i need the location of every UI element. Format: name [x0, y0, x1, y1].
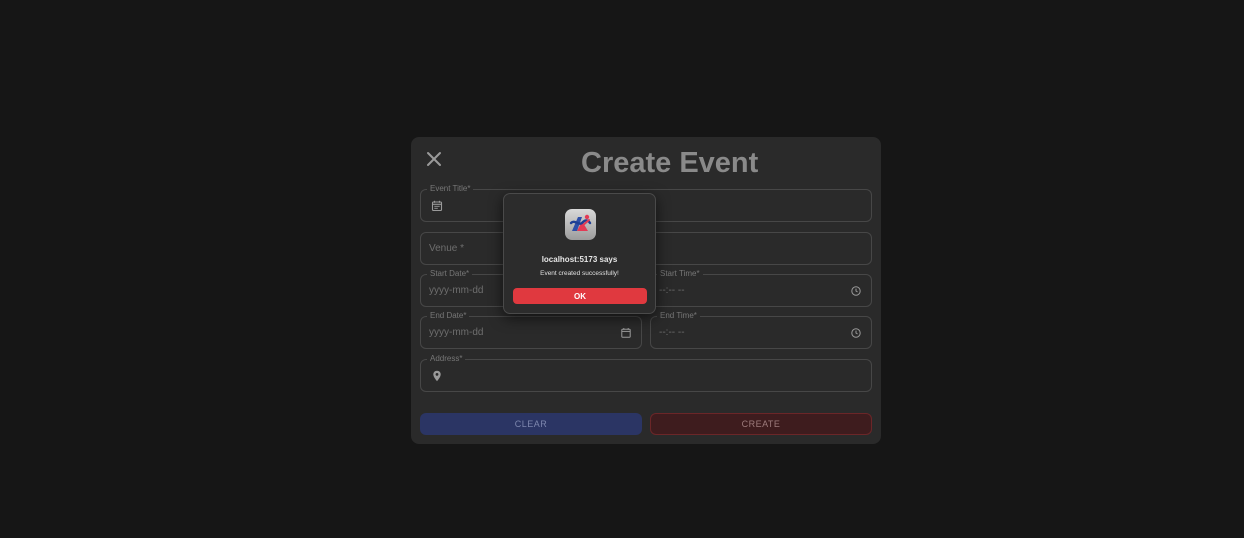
clock-icon[interactable]: [850, 285, 862, 297]
event-title-label: Event Title*: [427, 184, 474, 194]
start-time-input[interactable]: --:-- --: [659, 275, 685, 306]
alert-message: Event created successfully!: [540, 270, 619, 277]
alert-title: localhost:5173 says: [541, 255, 618, 264]
ok-button[interactable]: OK: [513, 288, 647, 304]
end-time-field[interactable]: End Time* --:-- --: [650, 311, 872, 349]
venue-placeholder: Venue *: [429, 243, 465, 254]
create-button[interactable]: CREATE: [650, 413, 872, 435]
end-time-input[interactable]: --:-- --: [659, 317, 685, 348]
page-backdrop: Create Event Event Title* Venue * Start …: [0, 0, 1244, 538]
alert-dialog: localhost:5173 says Event created succes…: [503, 193, 656, 314]
end-date-field[interactable]: End Date* yyyy-mm-dd: [420, 311, 642, 349]
location-pin-icon: [433, 370, 441, 381]
start-date-input[interactable]: yyyy-mm-dd: [429, 275, 483, 306]
calendar-icon[interactable]: [620, 327, 632, 339]
clock-icon[interactable]: [850, 327, 862, 339]
clear-button[interactable]: CLEAR: [420, 413, 642, 435]
modal-title: Create Event: [581, 147, 759, 179]
address-label: Address*: [427, 354, 466, 364]
app-logo-icon: [565, 209, 596, 240]
start-time-field[interactable]: Start Time* --:-- --: [650, 269, 872, 307]
end-date-input[interactable]: yyyy-mm-dd: [429, 317, 483, 348]
app-logo-graphic: [569, 214, 592, 231]
calendar-event-icon: [431, 200, 443, 211]
address-field[interactable]: Address*: [420, 354, 872, 392]
